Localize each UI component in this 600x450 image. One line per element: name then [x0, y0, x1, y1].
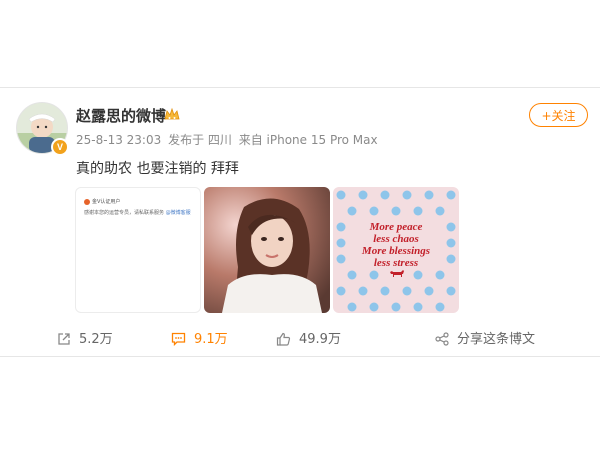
like-button[interactable]: 49.9万 — [276, 331, 341, 349]
like-count: 49.9万 — [299, 332, 341, 347]
post-image-selfie[interactable] — [204, 187, 330, 313]
share-icon — [435, 331, 449, 346]
poster-line: More peace — [369, 221, 423, 233]
post-date[interactable]: 25-8-13 23:03 — [76, 133, 161, 147]
thumbs-up-icon — [276, 332, 291, 346]
post-image-notice[interactable]: 金V认证用户 感谢本您的运营专员，请私联系服务 @微博客服 — [75, 187, 201, 313]
post-meta: 25-8-13 23:03 发布于 四川 来自 iPhone 15 Pro Ma… — [76, 131, 381, 148]
comment-icon — [171, 332, 186, 346]
poster-line: less chaos — [373, 233, 419, 245]
post-location: 发布于 四川 — [168, 133, 232, 147]
notice-dot-icon — [84, 198, 90, 205]
verified-badge: V — [51, 138, 69, 156]
post-device: 来自 iPhone 15 Pro Max — [238, 133, 378, 147]
post-image-poster[interactable]: More peace less chaos More blessings les… — [333, 187, 459, 313]
share-button[interactable]: 分享这条博文 — [435, 331, 535, 349]
repost-button[interactable]: 5.2万 — [57, 331, 113, 349]
notice-header: 金V认证用户 — [84, 198, 120, 205]
comment-button[interactable]: 9.1万 — [171, 331, 228, 349]
follow-button[interactable]: +关注 — [529, 103, 588, 127]
bottom-divider — [0, 356, 600, 357]
repost-icon — [58, 332, 70, 345]
dachshund-icon — [390, 270, 404, 277]
post-text: 真的助农 也要注销的 拜拜 — [76, 161, 239, 177]
notice-body: 感谢本您的运营专员，请私联系服务 @微博客服 — [84, 209, 191, 216]
vip-level-icon — [164, 107, 180, 120]
notice-body-text: 感谢本您的运营专员，请私联系服务 — [84, 210, 165, 216]
comment-count: 9.1万 — [194, 332, 228, 347]
share-label: 分享这条博文 — [457, 332, 536, 347]
poster-text: More peace less chaos More blessings les… — [333, 221, 459, 269]
poster-line: More blessings — [361, 245, 431, 257]
repost-count: 5.2万 — [79, 332, 113, 347]
notice-header-text: 金V认证用户 — [92, 199, 121, 205]
notice-link: @微博客服 — [165, 210, 191, 216]
top-divider — [0, 87, 600, 88]
author-name[interactable]: 赵露思的微博 — [76, 105, 166, 126]
